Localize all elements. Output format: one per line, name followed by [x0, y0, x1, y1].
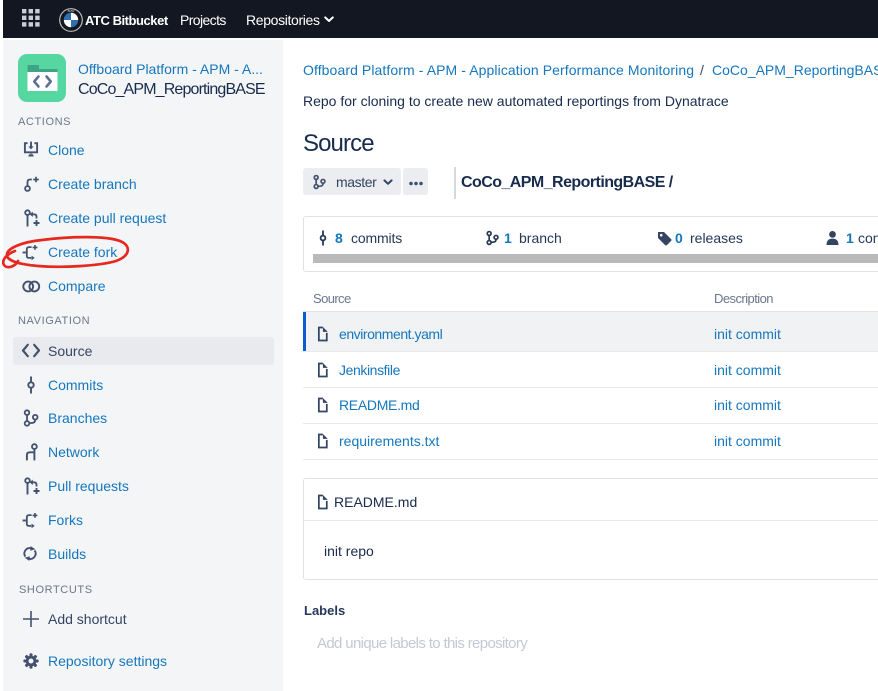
svg-text:BMW: BMW [68, 9, 75, 13]
